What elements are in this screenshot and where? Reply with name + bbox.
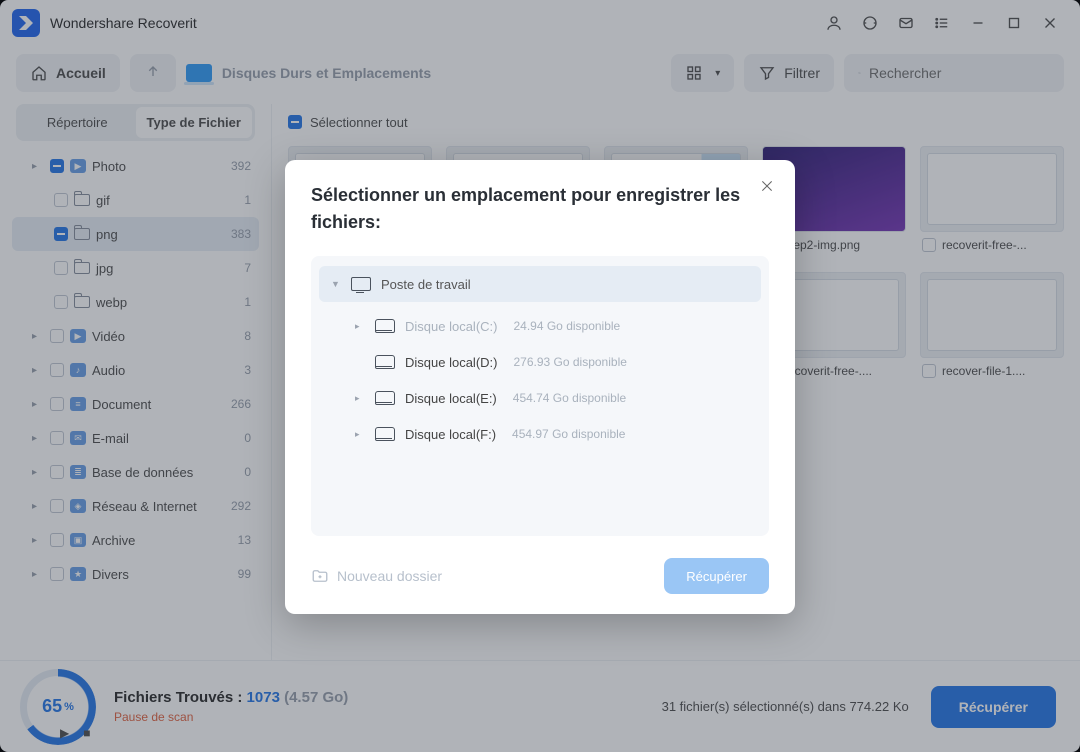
computer-icon	[351, 277, 371, 291]
chevron-down-icon: ▼	[331, 279, 341, 289]
disk-icon	[375, 355, 395, 369]
save-location-dialog: Sélectionner un emplacement pour enregis…	[285, 160, 795, 614]
disk-icon	[375, 427, 395, 441]
disk-row[interactable]: ▸ Disque local(E:) 454.74 Go disponible	[315, 380, 765, 416]
disk-name: Disque local(D:)	[405, 355, 497, 370]
chevron-icon: ▸	[355, 321, 365, 332]
folder-plus-icon	[311, 567, 329, 585]
chevron-icon: ▸	[355, 393, 365, 404]
disk-row: ▸ Disque local(C:) 24.94 Go disponible	[315, 308, 765, 344]
location-root-label: Poste de travail	[381, 277, 471, 292]
disk-name: Disque local(C:)	[405, 319, 497, 334]
chevron-icon: ▸	[355, 429, 365, 440]
disk-name: Disque local(F:)	[405, 427, 496, 442]
dialog-title: Sélectionner un emplacement pour enregis…	[311, 182, 769, 236]
disk-icon	[375, 391, 395, 405]
disk-icon	[375, 319, 395, 333]
disk-free: 454.74 Go disponible	[513, 391, 626, 405]
disk-free: 454.97 Go disponible	[512, 427, 625, 441]
new-folder-label: Nouveau dossier	[337, 568, 442, 584]
disk-free: 24.94 Go disponible	[513, 319, 620, 333]
dialog-recover-button[interactable]: Récupérer	[664, 558, 769, 594]
location-root[interactable]: ▼ Poste de travail	[319, 266, 761, 302]
disk-free: 276.93 Go disponible	[513, 355, 626, 369]
new-folder-button[interactable]: Nouveau dossier	[311, 567, 442, 585]
disk-row[interactable]: Disque local(D:) 276.93 Go disponible	[315, 344, 765, 380]
dialog-close-button[interactable]	[755, 174, 779, 198]
disk-row[interactable]: ▸ Disque local(F:) 454.97 Go disponible	[315, 416, 765, 452]
disk-name: Disque local(E:)	[405, 391, 497, 406]
modal-overlay: Sélectionner un emplacement pour enregis…	[0, 0, 1080, 752]
